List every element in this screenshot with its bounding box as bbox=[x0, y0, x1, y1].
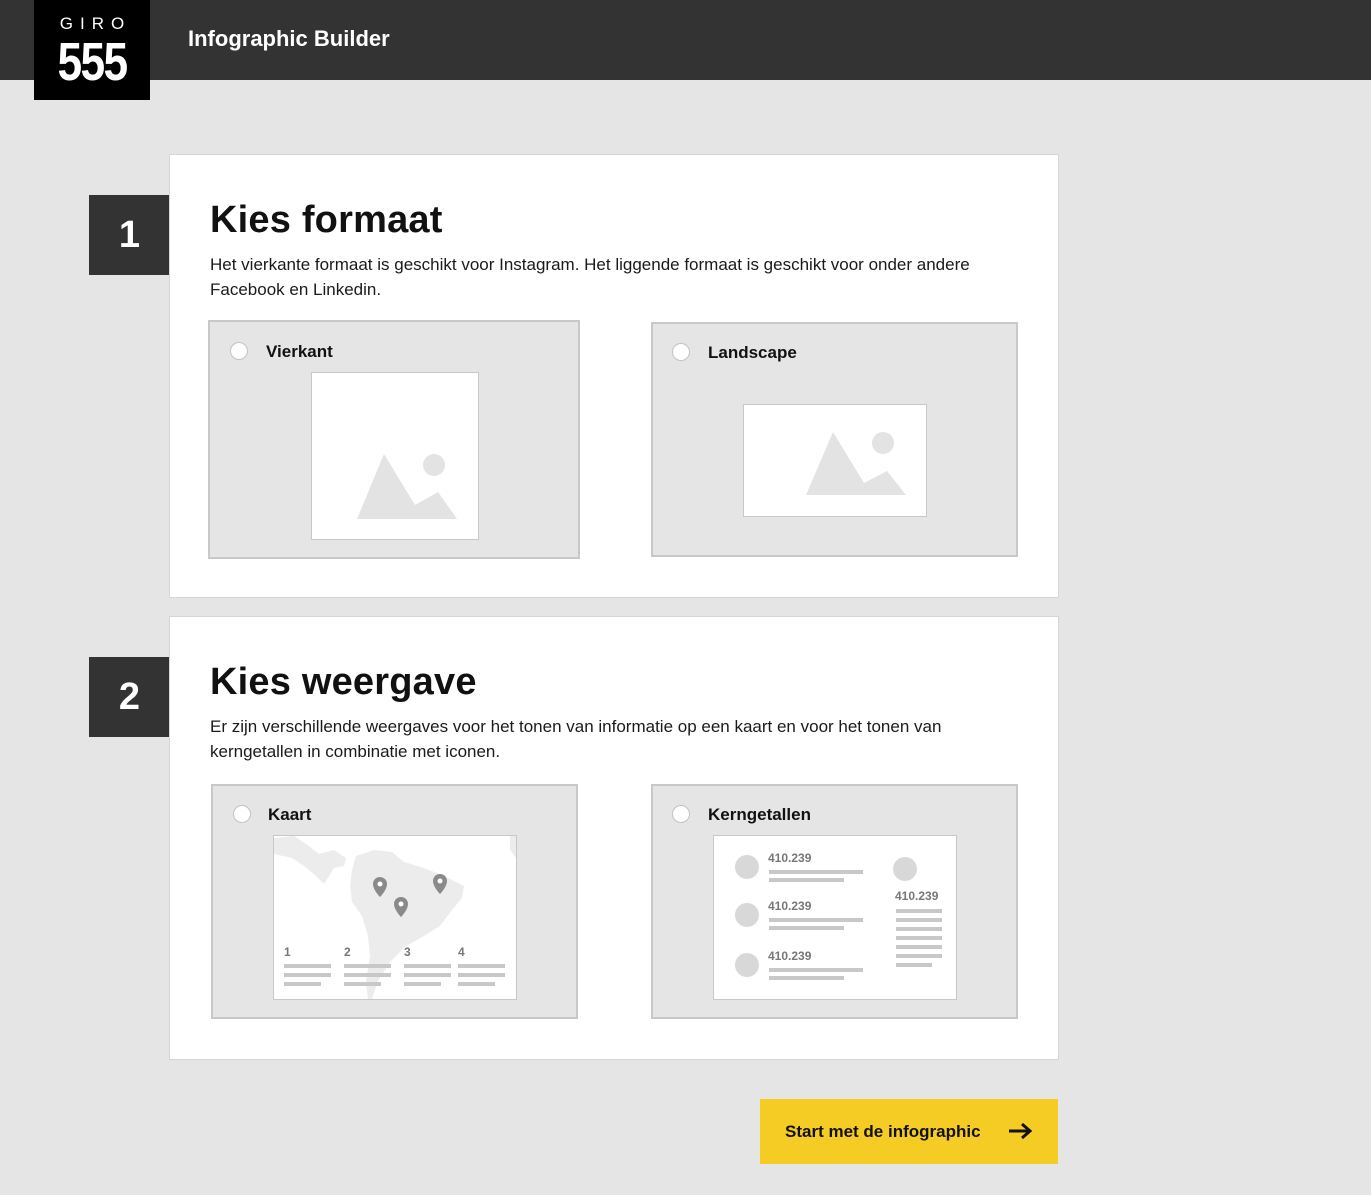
step-2-badge: 2 bbox=[89, 657, 170, 737]
square-preview bbox=[311, 372, 479, 540]
option-label-landscape: Landscape bbox=[708, 343, 797, 362]
step-1-card: Kies formaat Het vierkante formaat is ge… bbox=[169, 154, 1059, 598]
start-button-label: Start met de infographic bbox=[785, 1121, 981, 1141]
radio-kaart[interactable] bbox=[233, 805, 251, 823]
key-figures-icon: 410.239 410.239 410.239 410.239 bbox=[735, 851, 942, 980]
radio-vierkant[interactable] bbox=[230, 342, 248, 360]
legend-number: 1 bbox=[284, 945, 291, 959]
legend-number: 4 bbox=[458, 945, 465, 959]
legend-number: 3 bbox=[404, 945, 411, 959]
map-icon: 1 2 3 4 bbox=[274, 836, 516, 999]
key-figures-preview: 410.239 410.239 410.239 410.239 bbox=[713, 835, 957, 1000]
logo-text-top: GIRO bbox=[59, 14, 132, 33]
landscape-preview bbox=[743, 404, 927, 517]
step-2-description: Er zijn verschillende weergaves voor het… bbox=[210, 717, 942, 761]
radio-landscape[interactable] bbox=[672, 343, 690, 361]
arrow-right-icon bbox=[1009, 1122, 1033, 1140]
step-2-card: Kies weergave Er zijn verschillende weer… bbox=[169, 616, 1059, 1060]
option-label-kaart: Kaart bbox=[268, 805, 312, 824]
format-option-vierkant[interactable]: Vierkant bbox=[208, 320, 580, 559]
key-figure-value: 410.239 bbox=[768, 899, 812, 913]
step-1-description: Het vierkante formaat is geschikt voor I… bbox=[210, 255, 970, 299]
start-infographic-button[interactable]: Start met de infographic bbox=[760, 1099, 1058, 1164]
app-title: Infographic Builder bbox=[188, 26, 390, 51]
image-placeholder-icon bbox=[806, 432, 906, 495]
format-option-landscape[interactable]: Landscape bbox=[651, 322, 1018, 557]
legend-number: 2 bbox=[344, 945, 351, 959]
step-2-heading: Kies weergave bbox=[210, 661, 477, 703]
step-1-heading: Kies formaat bbox=[210, 199, 443, 241]
key-figure-value: 410.239 bbox=[768, 851, 812, 865]
option-label-vierkant: Vierkant bbox=[266, 342, 333, 361]
step-1-badge: 1 bbox=[89, 195, 170, 275]
radio-kerngetallen[interactable] bbox=[672, 805, 690, 823]
view-option-kerngetallen[interactable]: Kerngetallen 410.239 410.239 410.239 410… bbox=[651, 784, 1018, 1019]
giro555-logo[interactable]: GIRO 555 bbox=[34, 0, 150, 100]
logo-number: 555 bbox=[57, 32, 129, 92]
view-option-kaart[interactable]: Kaart 1 2 3 4 bbox=[211, 784, 578, 1019]
image-placeholder-icon bbox=[357, 454, 457, 519]
key-figure-value: 410.239 bbox=[895, 889, 939, 903]
option-label-kerngetallen: Kerngetallen bbox=[708, 805, 811, 824]
map-preview: 1 2 3 4 bbox=[273, 835, 517, 1000]
key-figure-value: 410.239 bbox=[768, 949, 812, 963]
